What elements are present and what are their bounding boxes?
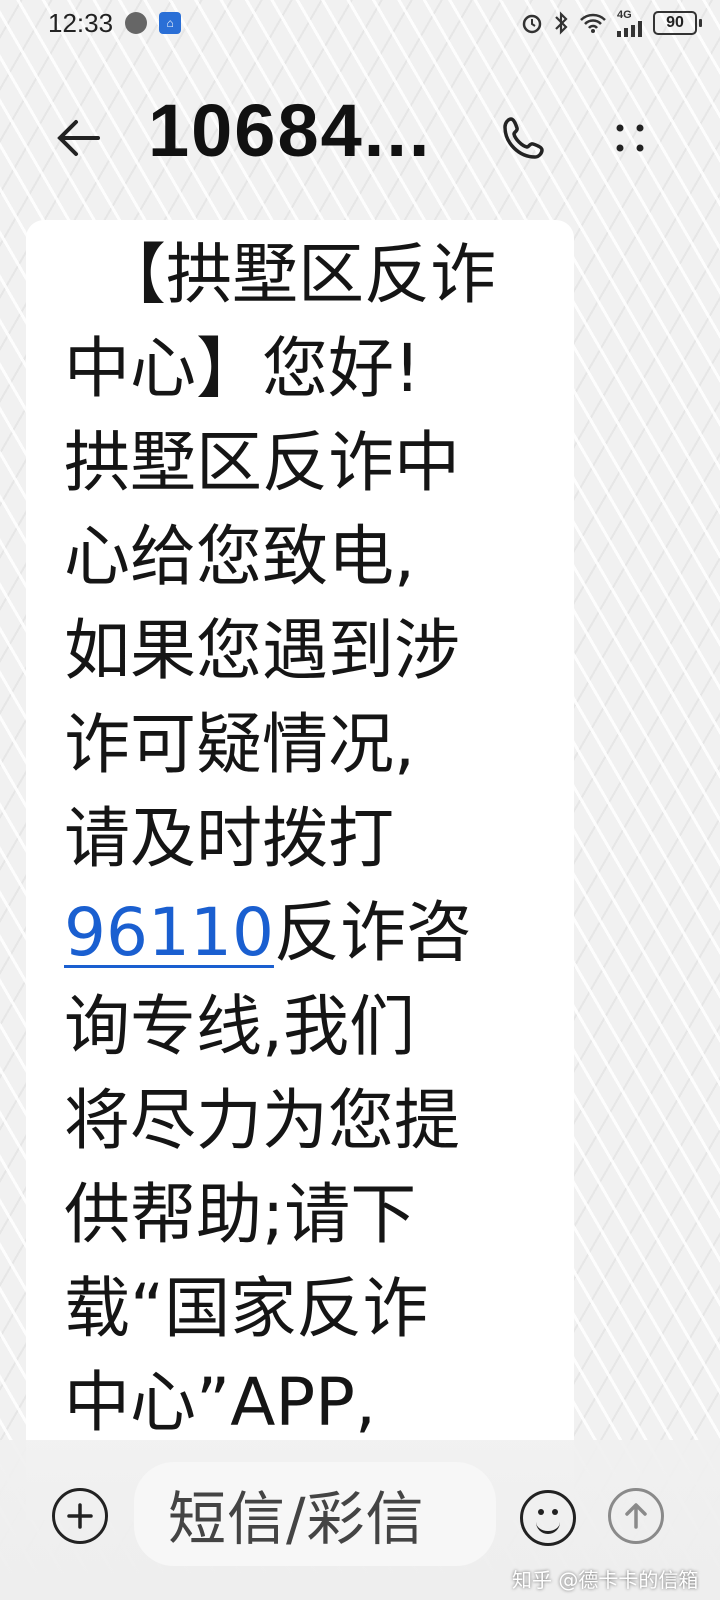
message-line: 拱墅区反诈中 (64, 424, 460, 501)
message-line: 请及时拨打 (64, 800, 394, 877)
message-line: 中心】您好! (64, 330, 421, 407)
message-line: 如果您遇到涉 (64, 612, 460, 689)
emoji-button[interactable] (520, 1490, 576, 1546)
more-dots-icon (616, 124, 644, 152)
conversation-header: 10684... (0, 70, 720, 200)
message-line: 心给您致电, (64, 518, 415, 595)
message-input[interactable]: 短信/彩信 (134, 1462, 496, 1566)
message-line: 中心”APP, (64, 1364, 376, 1441)
send-icon (625, 1503, 647, 1529)
emoji-mouth (536, 1517, 560, 1534)
message-line: 载“国家反诈 (64, 1270, 429, 1347)
message-line: 【拱墅区反诈 (100, 236, 496, 313)
battery-level: 90 (653, 11, 697, 35)
status-left: 12:33 ⌂ (48, 7, 182, 39)
message-bubble[interactable]: 【拱墅区反诈 中心】您好! 拱墅区反诈中 心给您致电, 如果您遇到涉 诈可疑情况… (26, 220, 574, 1520)
clock: 12:33 (48, 7, 114, 38)
message-line: 供帮助;请下 (64, 1176, 417, 1253)
back-arrow-icon (57, 120, 100, 156)
message-line: 询专线,我们 (64, 988, 415, 1065)
message-line: 诈可疑情况, (64, 706, 415, 783)
alarm-icon (521, 12, 543, 34)
emoji-eye-right (552, 1509, 558, 1515)
message-line-with-link: 96110反诈咨 (64, 886, 496, 980)
battery-icon: 90 (653, 11, 702, 35)
message-line-text: 反诈咨 (273, 894, 472, 971)
bluetooth-icon (553, 11, 569, 35)
compose-bar: 短信/彩信 知乎 @德卡卡的信箱 (0, 1440, 720, 1600)
watermark: 知乎 @德卡卡的信箱 (512, 1568, 699, 1592)
more-button[interactable] (600, 108, 660, 168)
status-bar: 12:33 ⌂ 4G 90 (0, 0, 720, 46)
send-button[interactable] (608, 1488, 664, 1544)
emoji-icon (538, 1509, 544, 1515)
input-placeholder: 短信/彩信 (168, 1485, 425, 1553)
message-text: 【拱墅区反诈 中心】您好! 拱墅区反诈中 心给您致电, 如果您遇到涉 诈可疑情况… (64, 228, 496, 1450)
app-icon: ⌂ (159, 12, 182, 34)
add-attachment-button[interactable] (52, 1488, 108, 1544)
call-button[interactable] (494, 108, 554, 168)
add-icon (67, 1503, 93, 1529)
phone-number-link[interactable]: 96110 (64, 894, 274, 971)
signal-icon: 4G (617, 8, 643, 37)
phone-icon (503, 117, 544, 159)
voice-icon (125, 12, 148, 34)
contact-title: 10684... (148, 89, 432, 172)
message-line: 将尽力为您提 (64, 1082, 460, 1159)
status-right: 4G 90 (521, 8, 702, 37)
wifi-icon (579, 12, 607, 34)
back-button[interactable] (50, 110, 106, 166)
battery-tip (699, 19, 702, 27)
network-label: 4G (617, 8, 632, 21)
